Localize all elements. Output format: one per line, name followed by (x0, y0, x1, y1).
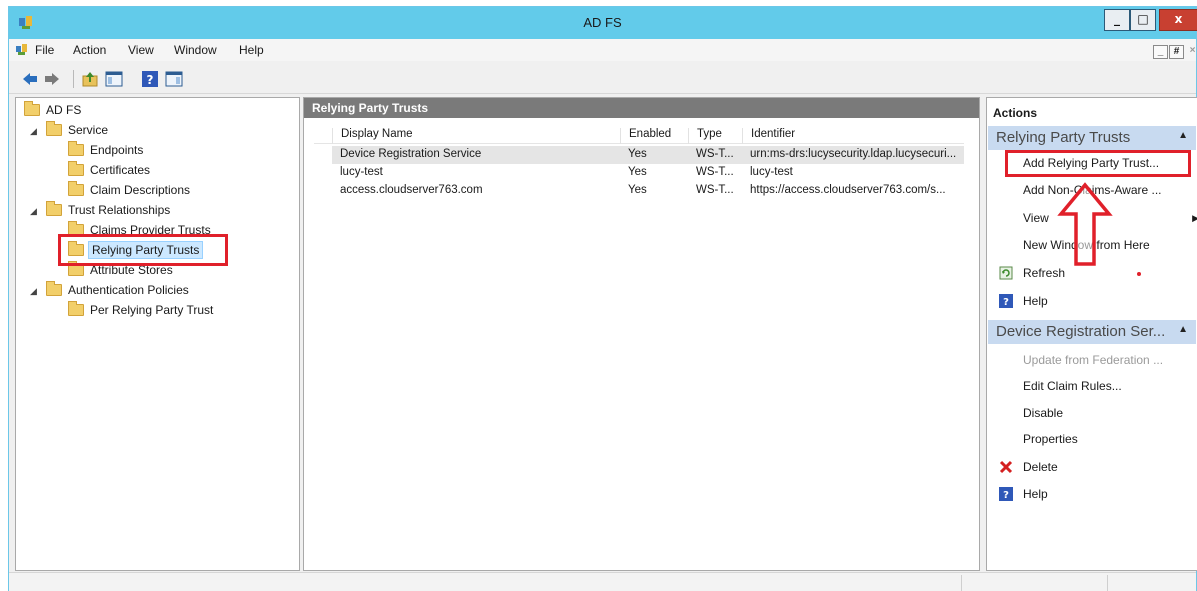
action-delete[interactable]: Delete (1023, 460, 1058, 474)
section-header-label: Relying Party Trusts (996, 129, 1131, 146)
mdi-restore-button[interactable]: # (1169, 45, 1184, 59)
forward-arrow-icon[interactable] (43, 70, 61, 88)
tree-label: Trust Relationships (68, 203, 171, 217)
folder-icon (68, 301, 84, 316)
section-header-relying-party-trusts[interactable]: Relying Party Trusts ▲ (988, 126, 1196, 150)
actions-title: Actions (993, 106, 1038, 120)
folder-icon (24, 101, 40, 116)
menu-window[interactable]: Window (174, 43, 217, 57)
svg-text:?: ? (147, 73, 154, 87)
cell-identifier: urn:ms-drs:lucysecurity.ldap.lucysecuri.… (750, 148, 957, 160)
help-icon[interactable]: ? (141, 70, 159, 88)
results-pane-title: Relying Party Trusts (304, 98, 979, 118)
cell-type: WS-T... (696, 184, 734, 196)
action-properties[interactable]: Properties (1023, 432, 1078, 446)
folder-icon (68, 161, 84, 176)
column-header-row: Display Name Enabled Type Identifier (314, 126, 964, 144)
mmc-icon[interactable] (15, 43, 29, 57)
menu-file[interactable]: File (35, 43, 54, 57)
action-help[interactable]: Help (1023, 294, 1048, 308)
cell-display-name: lucy-test (340, 166, 383, 178)
cell-enabled: Yes (628, 166, 647, 178)
console-tree: AD FS ◢ Service Endpoints Certificates C… (15, 97, 300, 571)
action-help-2[interactable]: Help (1023, 487, 1048, 501)
cell-type: WS-T... (696, 148, 734, 160)
collapse-arrow-icon[interactable]: ◢ (30, 286, 40, 297)
column-identifier[interactable]: Identifier (742, 128, 795, 144)
title-bar: AD FS _ □ x (9, 7, 1197, 39)
table-row[interactable]: access.cloudserver763.com Yes WS-T... ht… (332, 182, 964, 200)
action-label: View (1023, 211, 1049, 225)
collapse-arrow-icon[interactable]: ◢ (30, 206, 40, 217)
window-title: AD FS (583, 15, 622, 30)
tree-label: AD FS (46, 103, 82, 117)
mdi-minimize-button[interactable]: _ (1153, 45, 1168, 59)
delete-x-icon (999, 460, 1013, 474)
cell-identifier: lucy-test (750, 166, 793, 178)
highlight-box (58, 234, 228, 266)
menu-view[interactable]: View (128, 43, 154, 57)
mdi-close-button[interactable]: × (1185, 45, 1197, 59)
action-edit-claim-rules[interactable]: Edit Claim Rules... (1023, 379, 1122, 393)
table-row[interactable]: lucy-test Yes WS-T... lucy-test (332, 164, 964, 182)
menu-action[interactable]: Action (73, 43, 106, 57)
annotation-up-arrow (1057, 182, 1113, 266)
submenu-arrow-icon: ▶ (1192, 213, 1197, 223)
collapse-up-icon[interactable]: ▲ (1178, 130, 1188, 141)
tree-label: Authentication Policies (68, 283, 189, 297)
toolbar: ? (9, 62, 1196, 94)
toolbar-separator (73, 70, 74, 88)
show-hide-tree-icon[interactable] (105, 70, 123, 88)
column-enabled[interactable]: Enabled (620, 128, 671, 144)
table-row[interactable]: Device Registration Service Yes WS-T... … (332, 146, 964, 164)
cell-enabled: Yes (628, 184, 647, 196)
menu-bar: File Action View Window Help _ # × (9, 39, 1196, 61)
adfs-window: AD FS _ □ x File Action View Window Help… (8, 6, 1197, 591)
tree-label: Claim Descriptions (90, 183, 191, 197)
status-separator (961, 575, 962, 591)
section-header-device-registration[interactable]: Device Registration Ser... ▲ (988, 320, 1196, 344)
cell-enabled: Yes (628, 148, 647, 160)
folder-icon (68, 141, 84, 156)
actions-pane: Actions Relying Party Trusts ▲ Add Relyi… (986, 97, 1197, 571)
tree-label: Endpoints (90, 143, 144, 157)
menu-help[interactable]: Help (239, 43, 264, 57)
show-hide-action-pane-icon[interactable] (165, 70, 183, 88)
tree-label: Per Relying Party Trust (90, 303, 214, 317)
action-refresh[interactable]: Refresh (1023, 266, 1065, 280)
help-icon: ? (999, 294, 1013, 308)
section-header-label: Device Registration Ser... (996, 323, 1166, 340)
collapse-arrow-icon[interactable]: ◢ (30, 126, 40, 137)
status-bar (9, 572, 1196, 591)
cell-display-name: Device Registration Service (340, 148, 482, 160)
cell-type: WS-T... (696, 166, 734, 178)
close-button[interactable]: x (1159, 9, 1197, 31)
up-folder-icon[interactable] (81, 70, 99, 88)
cell-display-name: access.cloudserver763.com (340, 184, 483, 196)
refresh-icon (999, 266, 1013, 280)
column-display-name[interactable]: Display Name (332, 128, 413, 144)
tree-label: Service (68, 123, 109, 137)
back-arrow-icon[interactable] (21, 70, 39, 88)
folder-icon (46, 201, 62, 216)
help-icon: ? (999, 487, 1013, 501)
folder-icon (46, 121, 62, 136)
cell-identifier: https://access.cloudserver763.com/s... (750, 184, 946, 196)
collapse-up-icon[interactable]: ▲ (1178, 324, 1188, 335)
svg-text:?: ? (1003, 297, 1009, 308)
results-pane: Relying Party Trusts Display Name Enable… (303, 97, 980, 571)
tree-label: Certificates (90, 163, 151, 177)
action-update-from-federation: Update from Federation ... (1023, 353, 1164, 367)
svg-text:?: ? (1003, 490, 1009, 501)
maximize-button[interactable]: □ (1130, 9, 1156, 31)
folder-icon (68, 181, 84, 196)
minimize-button[interactable]: _ (1104, 9, 1130, 31)
status-separator (1107, 575, 1108, 591)
annotation-dot (1137, 272, 1141, 276)
highlight-box (1005, 150, 1191, 177)
folder-icon (46, 281, 62, 296)
action-disable[interactable]: Disable (1023, 406, 1063, 420)
column-type[interactable]: Type (688, 128, 722, 144)
